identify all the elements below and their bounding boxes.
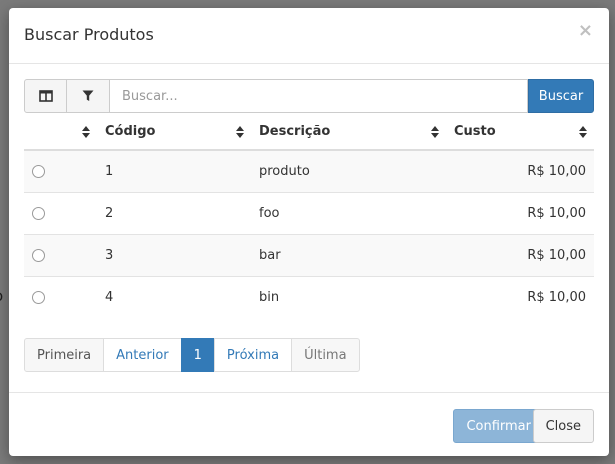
modal-title: Buscar Produtos xyxy=(24,25,154,44)
table-row[interactable]: 3 bar R$ 10,00 xyxy=(24,234,594,276)
cell-descricao: bar xyxy=(259,247,281,263)
cell-descricao: foo xyxy=(259,205,280,221)
search-input[interactable] xyxy=(110,79,528,113)
page-first-button[interactable]: Primeira xyxy=(24,338,105,372)
header-custo[interactable]: Custo xyxy=(446,114,594,150)
backdrop-text: o xyxy=(0,287,3,305)
pagination: Primeira Anterior 1 Próxima Última xyxy=(24,338,360,372)
table-row[interactable]: 1 produto R$ 10,00 xyxy=(24,150,594,192)
row-select-radio[interactable] xyxy=(32,248,45,262)
cell-codigo: 3 xyxy=(105,247,114,263)
cell-codigo: 1 xyxy=(105,163,114,179)
cell-custo: R$ 10,00 xyxy=(527,247,586,263)
columns-icon xyxy=(38,90,53,102)
search-products-modal: Buscar Produtos × Buscar... Buscar Códig… xyxy=(9,8,609,456)
cell-codigo: 2 xyxy=(105,205,114,221)
page-last-button[interactable]: Última xyxy=(291,338,360,372)
cell-descricao: produto xyxy=(259,163,310,179)
cell-custo: R$ 10,00 xyxy=(527,289,586,305)
close-button[interactable]: Close xyxy=(532,409,594,443)
columns-toggle-button[interactable] xyxy=(24,79,67,113)
header-codigo[interactable]: Código xyxy=(97,114,251,150)
filter-button[interactable] xyxy=(67,79,110,113)
sort-icon xyxy=(236,126,244,138)
cell-custo: R$ 10,00 xyxy=(527,205,586,221)
sort-icon xyxy=(82,126,90,138)
filter-icon xyxy=(82,90,94,101)
sort-icon xyxy=(579,126,587,138)
search-button[interactable]: Buscar xyxy=(528,79,594,113)
cell-codigo: 4 xyxy=(105,289,114,305)
table-row[interactable]: 4 bin R$ 10,00 xyxy=(24,276,594,318)
row-select-radio[interactable] xyxy=(32,206,45,220)
modal-header: Buscar Produtos × xyxy=(9,8,609,64)
header-select[interactable] xyxy=(24,114,97,150)
table-header-row: Código Descrição Custo xyxy=(24,114,594,150)
row-select-radio[interactable] xyxy=(32,290,45,304)
header-descricao[interactable]: Descrição xyxy=(251,114,446,150)
products-table: Código Descrição Custo 1 produto R$ 10,0… xyxy=(24,114,594,318)
page-current-button[interactable]: 1 xyxy=(180,338,215,372)
sort-icon xyxy=(431,126,439,138)
page-next-button[interactable]: Próxima xyxy=(213,338,293,372)
cell-descricao: bin xyxy=(259,289,280,305)
row-select-radio[interactable] xyxy=(32,164,45,178)
confirm-button[interactable]: Confirmar xyxy=(453,409,544,443)
close-icon[interactable]: × xyxy=(578,20,593,41)
table-toolbar: Buscar xyxy=(24,79,594,113)
table-row[interactable]: 2 foo R$ 10,00 xyxy=(24,192,594,234)
modal-footer: Confirmar Close xyxy=(9,392,609,456)
page-prev-button[interactable]: Anterior xyxy=(103,338,182,372)
cell-custo: R$ 10,00 xyxy=(527,163,586,179)
